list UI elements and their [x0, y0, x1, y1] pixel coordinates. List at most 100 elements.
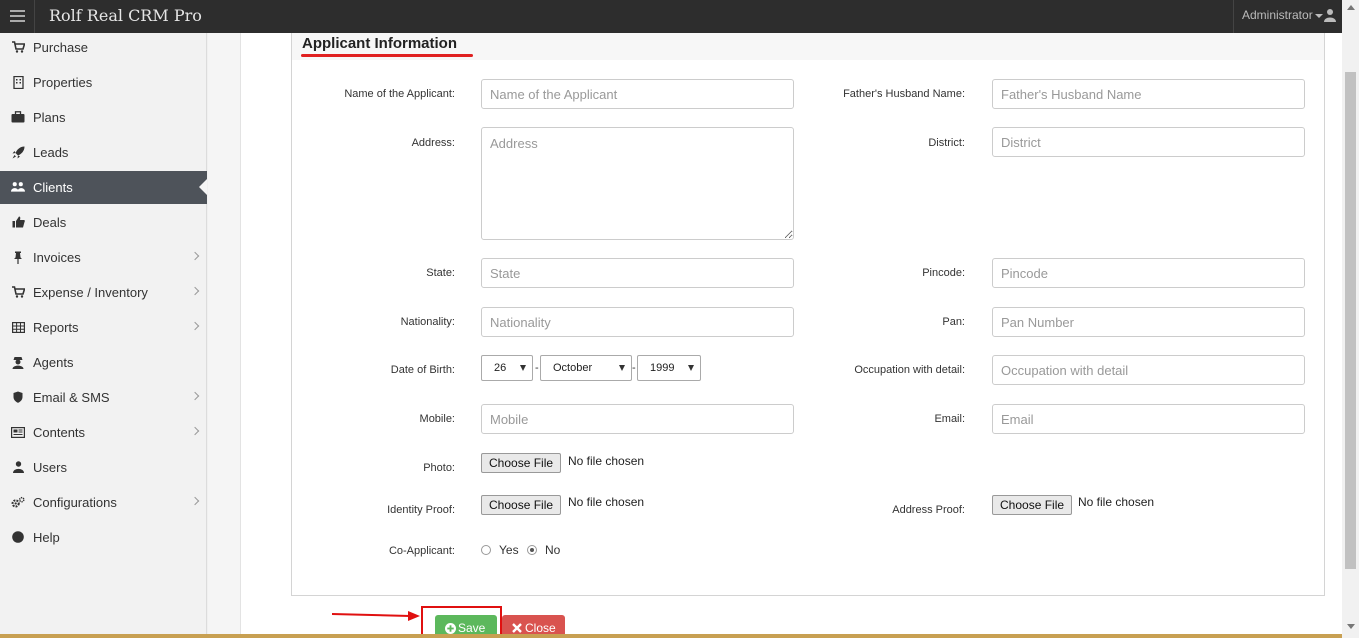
dob-month-value: October	[553, 362, 593, 374]
briefcase-icon	[11, 110, 25, 124]
chevron-right-icon	[190, 496, 200, 506]
chevron-right-icon	[190, 391, 200, 401]
occupation-label: Occupation with detail:	[854, 364, 965, 376]
co-applicant-yes-radio[interactable]	[481, 545, 491, 555]
sidebar-item-label: Invoices	[33, 250, 81, 265]
address-label: Address:	[411, 137, 455, 149]
sidebar-item-clients[interactable]: Clients	[0, 171, 207, 204]
dropdown-arrow-icon	[619, 365, 625, 371]
sidebar-item-label: Help	[33, 530, 60, 545]
page-container: Applicant Information Name of the Applic…	[240, 33, 1342, 638]
sidebar-item-label: Expense / Inventory	[33, 285, 148, 300]
scroll-down-arrow-icon[interactable]	[1347, 624, 1355, 629]
identity-proof-label: Identity Proof:	[387, 504, 455, 516]
applicant-name-input[interactable]	[481, 79, 794, 109]
nationality-input[interactable]	[481, 307, 794, 337]
cart-icon	[11, 40, 25, 54]
hamburger-menu-icon[interactable]	[10, 10, 25, 22]
dob-day-value: 26	[494, 362, 507, 374]
photo-choose-file-button[interactable]: Choose File	[481, 453, 562, 473]
pin-icon	[11, 250, 25, 264]
user-menu[interactable]: Administrator	[1242, 8, 1323, 22]
dob-day-select[interactable]: 26	[481, 355, 533, 381]
photo-label: Photo:	[423, 462, 455, 474]
pan-input[interactable]	[992, 307, 1305, 337]
sidebar-item-help[interactable]: ? Help	[0, 521, 207, 554]
sidebar-item-agents[interactable]: Agents	[0, 346, 207, 379]
cart-icon	[11, 285, 25, 299]
rocket-icon	[11, 145, 25, 159]
sidebar-item-users[interactable]: Users	[0, 451, 207, 484]
dob-month-select[interactable]: October	[540, 355, 632, 381]
chevron-right-icon	[190, 251, 200, 261]
address-proof-label: Address Proof:	[892, 504, 965, 516]
co-applicant-no-radio[interactable]	[527, 545, 537, 555]
table-icon	[11, 320, 25, 334]
newspaper-icon	[11, 425, 25, 439]
identity-proof-choose-file-button[interactable]: Choose File	[481, 495, 562, 515]
dob-year-value: 1999	[650, 362, 675, 374]
main-content: Applicant Information Name of the Applic…	[208, 33, 1342, 638]
sidebar-item-expense-inventory[interactable]: Expense / Inventory	[0, 276, 207, 309]
district-label: District:	[928, 137, 965, 149]
district-input[interactable]	[992, 127, 1305, 157]
shield-icon	[11, 390, 25, 404]
pincode-label: Pincode:	[922, 267, 965, 279]
sidebar-item-label: Properties	[33, 75, 93, 90]
save-button-label: Save	[458, 621, 486, 635]
nationality-label: Nationality:	[400, 316, 455, 328]
pan-label: Pan:	[942, 316, 965, 328]
date-separator: -	[632, 362, 636, 374]
taskbar-strip	[0, 634, 1342, 638]
identity-proof-file-status: No file chosen	[568, 495, 645, 509]
pincode-input[interactable]	[992, 258, 1305, 288]
panel-title: Applicant Information	[302, 35, 457, 52]
co-applicant-label: Co-Applicant:	[388, 545, 455, 557]
scroll-up-arrow-icon[interactable]	[1347, 5, 1355, 10]
sidebar-item-label: Configurations	[33, 495, 117, 510]
close-icon	[512, 623, 522, 633]
sidebar-item-reports[interactable]: Reports	[0, 311, 207, 344]
chevron-right-icon	[190, 426, 200, 436]
father-husband-label: Father's Husband Name:	[843, 88, 965, 100]
sidebar-item-properties[interactable]: Properties	[0, 66, 207, 99]
sidebar-item-label: Email & SMS	[33, 390, 110, 405]
sidebar-item-contents[interactable]: Contents	[0, 416, 207, 449]
sidebar-item-leads[interactable]: Leads	[0, 136, 207, 169]
occupation-input[interactable]	[992, 355, 1305, 385]
user-icon[interactable]	[1324, 8, 1336, 22]
user-menu-label: Administrator	[1242, 8, 1313, 22]
plus-circle-icon	[445, 622, 456, 634]
state-label: State:	[426, 267, 455, 279]
sidebar-item-purchase[interactable]: Purchase	[0, 31, 207, 64]
photo-file-status: No file chosen	[568, 454, 645, 468]
sidebar-item-label: Leads	[33, 145, 69, 160]
agent-icon	[11, 355, 25, 369]
sidebar-item-email-sms[interactable]: Email & SMS	[0, 381, 207, 414]
annotation-underline	[301, 54, 473, 57]
thumbs-up-icon	[11, 215, 25, 229]
app-title: Rolf Real CRM Pro	[49, 6, 202, 25]
mobile-label: Mobile:	[419, 413, 455, 425]
address-textarea[interactable]	[481, 127, 794, 240]
sidebar: Purchase Properties Plans Leads Clients Deals…	[0, 33, 207, 638]
annotation-arrow	[332, 611, 420, 621]
sidebar-item-label: Contents	[33, 425, 86, 440]
sidebar-item-label: Plans	[33, 110, 66, 125]
close-button-label: Close	[525, 621, 556, 635]
mobile-input[interactable]	[481, 404, 794, 434]
dob-year-select[interactable]: 1999	[637, 355, 701, 381]
email-input[interactable]	[992, 404, 1305, 434]
sidebar-item-plans[interactable]: Plans	[0, 101, 207, 134]
sidebar-item-deals[interactable]: Deals	[0, 206, 207, 239]
father-husband-input[interactable]	[992, 79, 1305, 109]
co-applicant-no-label: No	[545, 543, 561, 557]
sidebar-item-label: Deals	[33, 215, 67, 230]
caret-down-icon	[1314, 13, 1323, 18]
scroll-thumb[interactable]	[1345, 72, 1356, 569]
state-input[interactable]	[481, 258, 794, 288]
sidebar-item-configurations[interactable]: Configurations	[0, 486, 207, 519]
page-scrollbar[interactable]	[1342, 0, 1359, 638]
sidebar-item-invoices[interactable]: Invoices	[0, 241, 207, 274]
address-proof-choose-file-button[interactable]: Choose File	[992, 495, 1073, 515]
